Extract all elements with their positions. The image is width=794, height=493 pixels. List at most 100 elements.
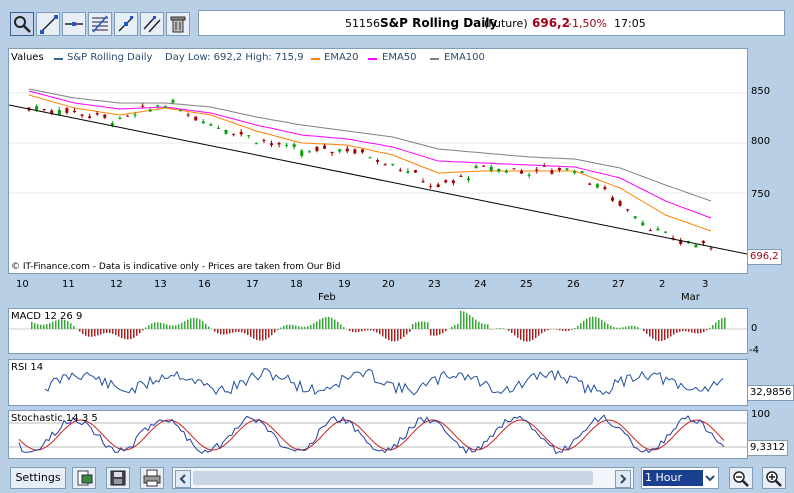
price-candle-body [709,247,713,249]
price-candle-body [398,169,402,171]
macd-tick-minus4: -4 [749,345,759,356]
price-candle-body [626,209,630,211]
x-tick-label: 25 [520,279,533,290]
macd-bar [697,329,699,334]
macd-bar [289,324,291,329]
macd-bar [316,321,318,329]
macd-bar [373,329,375,332]
price-panel[interactable]: Values S&P Rolling Daily Day Low: 692,2 … [8,48,748,274]
price-candle-body [103,114,107,118]
instrument-info-bar: 51156 S&P Rolling Daily (Future) 696,2 -… [198,10,785,36]
macd-bar [433,329,435,336]
macd-bar [412,324,414,329]
macd-bar [205,323,207,329]
instrument-code: 51156 [345,17,380,30]
price-candle-body [65,108,69,113]
stochastic-panel[interactable]: Stochastic 14 3 5 [8,410,748,459]
macd-bar [292,324,294,329]
price-candle-body [110,123,114,126]
price-candle-body [163,106,167,108]
scroll-thumb[interactable] [193,471,593,485]
macd-bar [304,326,306,329]
macd-bar [151,323,153,329]
rsi-panel[interactable]: RSI 14 [8,359,748,406]
save-button[interactable] [106,467,130,489]
macd-bar [706,329,708,331]
macd-bar [592,316,594,329]
fibonacci-tool-button[interactable] [88,12,112,36]
macd-bar [250,329,252,337]
macd-bar [562,329,564,331]
time-scrollbar[interactable] [172,467,634,489]
macd-bar [175,325,177,329]
macd-bar [532,329,534,340]
x-tick-label: 17 [246,279,259,290]
price-candle-body [413,170,417,173]
x-tick-label: 18 [290,279,303,290]
price-candle-body [474,165,478,169]
macd-bar [112,329,114,334]
price-plot[interactable] [9,49,747,273]
macd-bar [427,322,429,329]
macd-bar [394,329,396,342]
scroll-left-button[interactable] [175,470,191,488]
price-candle-body [216,127,220,129]
macd-bar [634,326,636,329]
crosshair-tool-button[interactable] [114,12,138,36]
print-button[interactable] [140,467,164,489]
x-tick-label: 3 [702,279,709,290]
price-candle-body [557,167,561,171]
price-candle-body [641,222,645,226]
parallel-lines-tool-button[interactable] [140,12,164,36]
macd-bar [559,329,561,331]
price-candle-body [542,165,546,167]
macd-bar [235,329,237,333]
macd-bar [355,329,357,333]
instrument-kind: (Future) [484,17,528,30]
macd-bar [712,325,714,329]
timeframe-select[interactable]: 1 Hour [641,467,719,489]
macd-bar [298,326,300,329]
macd-panel[interactable]: MACD 12 26 9 [8,308,748,354]
price-candle-body [133,114,137,116]
macd-bar [643,329,645,332]
macd-bar [52,321,54,329]
export-button[interactable] [72,467,96,489]
macd-bar [673,329,675,335]
macd-bar [109,329,111,334]
horizontal-line-tool-button[interactable] [62,12,86,36]
trendline-tool-button[interactable] [36,12,60,36]
macd-bar [97,329,99,336]
macd-bar [199,319,201,329]
price-candle-body [444,180,448,183]
macd-bar [328,316,330,329]
macd-bar [313,323,315,329]
macd-bar [460,310,462,329]
macd-bar [481,323,483,329]
settings-button[interactable]: Settings [10,467,66,489]
price-candle-body [391,163,395,165]
zoom-tool-button[interactable] [10,12,34,36]
price-candle-body [247,135,251,137]
macd-bar [229,329,231,334]
fibonacci-icon [92,15,108,33]
macd-bar [361,329,363,332]
macd-bar [160,322,162,329]
price-candle-body [603,187,607,190]
zoom-in-button[interactable] [762,467,786,489]
disclaimer-text: © IT-Finance.com - Data is indicative on… [11,262,341,272]
price-candle-body [224,129,228,134]
macd-bar [358,329,360,332]
y-tick-750: 750 [751,189,771,200]
scroll-right-button[interactable] [615,470,631,488]
price-candle-body [610,197,614,201]
last-update-time: 17:05 [614,17,646,30]
delete-tool-button[interactable] [166,12,190,36]
macd-bar [370,329,372,331]
price-candle-body [95,113,99,115]
zoom-out-button[interactable] [729,467,753,489]
last-price: 696,2 [532,16,570,30]
chevron-right-icon [620,474,627,484]
macd-bar [619,327,621,329]
macd-bar [214,329,216,332]
